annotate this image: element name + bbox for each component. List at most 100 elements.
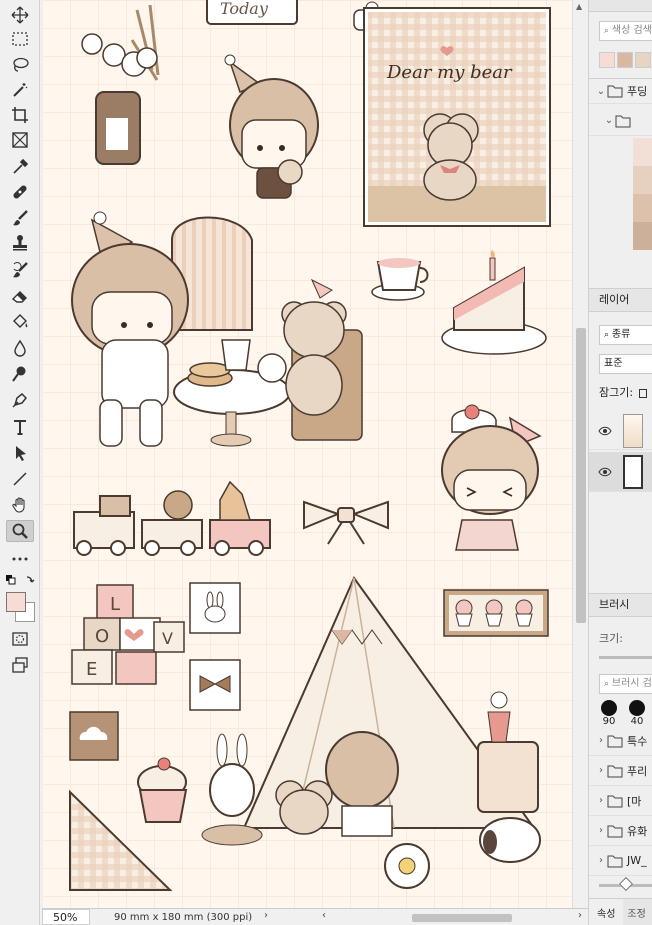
move-tool[interactable] (6, 4, 34, 26)
line-tool[interactable] (6, 468, 34, 490)
crop-icon (12, 107, 28, 123)
swatch-search-input[interactable]: ⌕ 색상 검색 (599, 21, 652, 41)
magic-wand-tool[interactable] (6, 79, 34, 101)
brush-preset-2[interactable]: 40 (627, 700, 647, 727)
quick-mask-button[interactable] (6, 628, 34, 650)
vertical-scrollbar[interactable]: ▲ (572, 0, 588, 908)
dodge-icon (12, 366, 26, 382)
frame-tool[interactable] (6, 129, 34, 151)
eraser-tool[interactable] (6, 285, 34, 307)
dodge-tool[interactable] (6, 363, 34, 385)
swatch-library-grid (633, 138, 652, 250)
horizontal-scrollbar[interactable]: ‹ › (322, 910, 582, 923)
hand-tool[interactable] (6, 494, 34, 516)
chevron-right-icon[interactable]: › (595, 735, 607, 746)
chevron-down-icon[interactable]: ⌄ (595, 86, 607, 97)
brush-folder-label: 푸리 (627, 764, 648, 778)
block-letter-o: O (95, 626, 109, 647)
marquee-tool[interactable] (6, 28, 34, 50)
stamp-tool[interactable] (6, 232, 34, 254)
color-picker[interactable] (6, 592, 36, 622)
chevron-down-icon[interactable]: ⌄ (603, 115, 615, 126)
brush-tool[interactable] (6, 207, 34, 229)
lock-label: 잠그기: (599, 384, 647, 400)
brush-folder-row[interactable]: › 유화 (589, 816, 652, 846)
doc-info-arrow[interactable]: › (264, 910, 268, 921)
eyedropper-icon (13, 158, 29, 174)
chevron-right-icon[interactable]: › (595, 855, 607, 866)
blur-tool[interactable] (6, 337, 34, 359)
swatch-folder-row[interactable]: ⌄ 푸딩 (589, 78, 652, 104)
scroll-right-arrow[interactable]: › (578, 910, 582, 921)
library-swatch-2[interactable] (633, 166, 652, 194)
layers-panel-tab[interactable]: 레이어 (589, 288, 652, 312)
swatch-3[interactable] (635, 52, 651, 68)
screen-mode-button[interactable] (6, 654, 34, 676)
layer-row-background[interactable] (589, 452, 652, 492)
brush-panel-slider[interactable] (599, 876, 652, 892)
document-canvas[interactable]: Today Dear my bear L O V E (42, 0, 572, 908)
brush-size-slider[interactable] (599, 656, 652, 659)
arrow-pointer-icon (16, 446, 26, 461)
tab-adjustments[interactable]: 조정 (623, 899, 649, 925)
swatch-1[interactable] (599, 52, 615, 68)
slider-thumb[interactable] (618, 876, 634, 892)
scroll-left-arrow[interactable]: ‹ (322, 910, 326, 921)
tab-properties[interactable]: 속성 (589, 899, 624, 925)
bow-card-sticker (189, 659, 241, 711)
type-tool[interactable] (6, 416, 34, 438)
layer-filter-dropdown[interactable]: ⌕ 종류 (599, 325, 652, 345)
brush-size-label: 크기: (599, 632, 623, 645)
folder-icon (607, 824, 623, 838)
brush-folder-row[interactable]: › JW_ (589, 846, 652, 876)
hand-icon (12, 497, 25, 513)
eyedropper-tool[interactable] (6, 156, 34, 178)
eye-icon[interactable] (595, 465, 615, 479)
bottom-tabs: 속성 조정 (589, 898, 652, 925)
default-colors-swap[interactable] (5, 574, 35, 588)
chevron-right-icon[interactable]: › (595, 825, 607, 836)
lasso-tool[interactable] (6, 54, 34, 76)
history-brush-tool[interactable] (6, 259, 34, 281)
brushes-panel-tab[interactable]: 브러시 (589, 593, 652, 617)
library-swatch-1[interactable] (633, 138, 652, 166)
dear-my-bear-poster: Dear my bear (363, 7, 551, 227)
eye-icon[interactable] (595, 424, 615, 438)
layer-filter-label: 종류 (611, 329, 631, 340)
brush-preset-1[interactable]: 90 (599, 700, 619, 727)
chevron-right-icon[interactable]: › (595, 795, 607, 806)
chevron-right-icon[interactable]: › (595, 765, 607, 776)
vertical-scroll-thumb[interactable] (576, 328, 586, 623)
blend-mode-dropdown[interactable]: 표준 (599, 354, 652, 374)
scroll-up-arrow[interactable]: ▲ (576, 2, 586, 11)
screen-mode-icon (12, 657, 28, 673)
layer-row-artwork[interactable] (589, 412, 652, 450)
brush-folder-row[interactable]: › 특수 (589, 726, 652, 756)
horizontal-scroll-thumb[interactable] (412, 914, 512, 922)
folder-icon (607, 764, 623, 778)
swatch-folder-label: 푸딩 (627, 85, 648, 98)
layer-thumbnail (623, 454, 643, 489)
swatch-subfolder-row[interactable]: ⌄ (589, 106, 652, 136)
crop-tool[interactable] (6, 104, 34, 126)
swatch-search-placeholder: 색상 검색 (611, 25, 652, 36)
pen-tool[interactable] (6, 389, 34, 411)
library-swatch-4[interactable] (633, 222, 652, 250)
brush-search-input[interactable]: ⌕ 브러시 검색 (599, 674, 652, 694)
brush-folder-row[interactable]: › 푸리 (589, 756, 652, 786)
zoom-tool[interactable] (6, 520, 34, 542)
brush-icon (13, 210, 28, 226)
library-swatch-3[interactable] (633, 194, 652, 222)
brush-folder-label: JW_ (627, 854, 647, 867)
path-selection-tool[interactable] (6, 442, 34, 464)
paint-bucket-tool[interactable] (6, 311, 34, 333)
edit-toolbar-button[interactable] (6, 548, 34, 570)
brush-folder-label: 유화 (627, 824, 648, 838)
foreground-color-swatch[interactable] (6, 592, 26, 612)
lock-transparent-icon[interactable] (638, 388, 647, 398)
brush-folder-row[interactable]: › [마 (589, 786, 652, 816)
swatch-2[interactable] (617, 52, 633, 68)
folder-icon (607, 854, 623, 868)
zoom-level-field[interactable]: 50% (42, 909, 90, 925)
healing-brush-tool[interactable] (6, 181, 34, 203)
